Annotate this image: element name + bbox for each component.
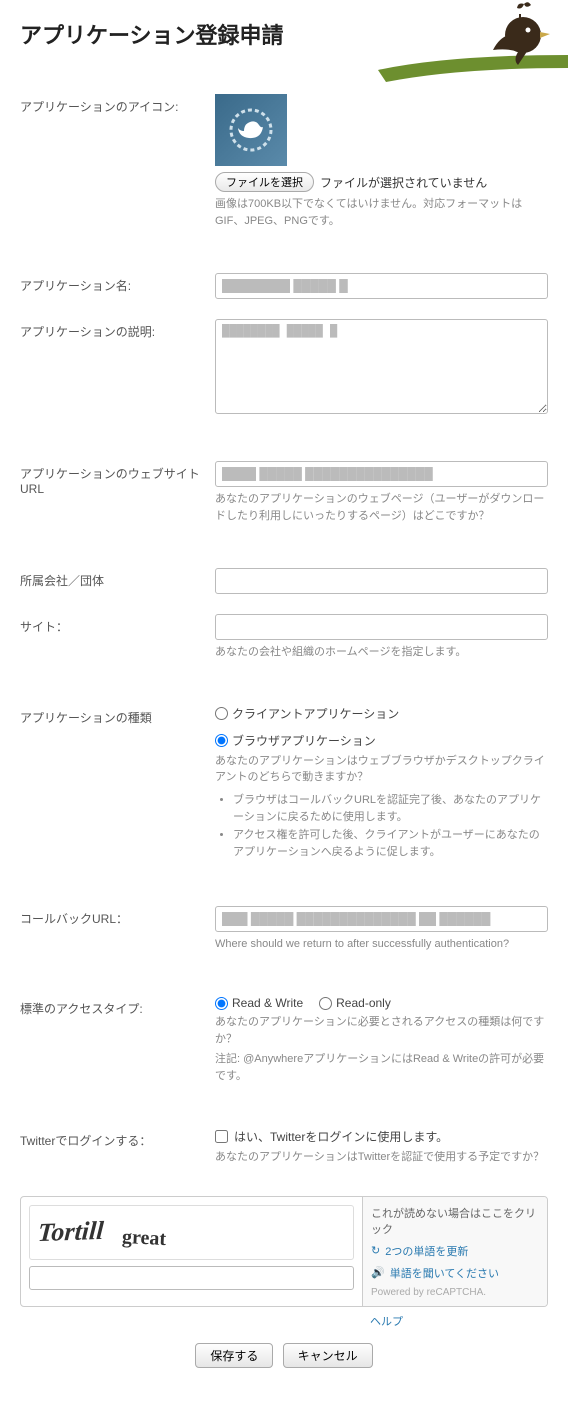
app-name-input[interactable] xyxy=(215,273,548,299)
captcha-help-link[interactable]: ヘルプ xyxy=(370,1313,403,1329)
access-helper-1: あなたのアプリケーションに必要とされるアクセスの種類は何ですか？ xyxy=(215,1014,548,1047)
captcha-word-2: great xyxy=(121,1226,166,1251)
site-input[interactable] xyxy=(215,614,548,640)
access-label: 標準のアクセスタイプ: xyxy=(20,996,215,1017)
icon-label: アプリケーションのアイコン: xyxy=(20,94,215,115)
type-client-label: クライアントアプリケーション xyxy=(232,705,399,722)
callback-label: コールバックURL： xyxy=(20,906,215,927)
page-title: アプリケーション登録申請 xyxy=(0,0,568,60)
cancel-button[interactable]: キャンセル xyxy=(283,1343,373,1368)
name-label: アプリケーション名: xyxy=(20,273,215,294)
access-ro-radio[interactable]: Read-only xyxy=(319,996,391,1010)
website-input[interactable] xyxy=(215,461,548,487)
captcha-refresh-link[interactable]: ↻ 2つの単語を更新 xyxy=(371,1243,539,1259)
type-browser-label: ブラウザアプリケーション xyxy=(232,732,376,749)
org-label: 所属会社／団体 xyxy=(20,568,215,589)
website-label: アプリケーションのウェブサイトURL xyxy=(20,461,215,496)
captcha-refresh-label: 2つの単語を更新 xyxy=(385,1243,468,1259)
login-label: Twitterでログインする： xyxy=(20,1128,215,1149)
type-label: アプリケーションの種類 xyxy=(20,705,215,726)
desc-label: アプリケーションの説明: xyxy=(20,319,215,340)
captcha-audio-link[interactable]: 🔊 単語を聞いてください xyxy=(371,1265,539,1281)
login-checkbox[interactable]: はい、Twitterをログインに使用します。 xyxy=(215,1128,548,1145)
access-helper-2: 注記: @AnywhereアプリケーションにはRead & Writeの許可が必… xyxy=(215,1051,548,1084)
choose-file-button[interactable]: ファイルを選択 xyxy=(215,172,314,192)
recaptcha-widget: Tortill great これが読めない場合はここをクリック ↻ 2つの単語を… xyxy=(20,1196,548,1307)
login-helper: あなたのアプリケーションはTwitterを認証で使用する予定ですか？ xyxy=(215,1149,548,1166)
gear-bird-icon xyxy=(229,108,273,152)
captcha-powered-by: Powered by reCAPTCHA. xyxy=(371,1287,539,1298)
type-bullet-2: アクセス権を許可した後、クライアントがユーザーにあなたのアプリケーションへ戻るよ… xyxy=(233,827,548,862)
captcha-unreadable-text: これが読めない場合はここをクリック xyxy=(371,1205,539,1237)
website-helper: あなたのアプリケーションのウェブページ（ユーザーがダウンロードしたり利用しにいっ… xyxy=(215,491,548,524)
app-desc-textarea[interactable]: ████████ █████ █ xyxy=(215,319,548,414)
save-button[interactable]: 保存する xyxy=(195,1343,273,1368)
captcha-image: Tortill great xyxy=(29,1205,354,1260)
site-label: サイト： xyxy=(20,614,215,635)
type-bullet-1: ブラウザはコールバックURLを認証完了後、あなたのアプリケーションに戻るために使… xyxy=(233,792,548,827)
callback-helper: Where should we return to after successf… xyxy=(215,936,548,953)
access-ro-label: Read-only xyxy=(336,996,391,1010)
access-rw-radio[interactable]: Read & Write xyxy=(215,996,303,1010)
type-browser-radio[interactable]: ブラウザアプリケーション xyxy=(215,732,376,749)
speaker-icon: 🔊 xyxy=(371,1266,385,1279)
captcha-input[interactable] xyxy=(29,1266,354,1290)
no-file-text: ファイルが選択されていません xyxy=(320,174,487,191)
icon-helper: 画像は700KB以下でなくてはいけません。対応フォーマットはGIF、JPEG、P… xyxy=(215,196,548,229)
login-checkbox-label: はい、Twitterをログインに使用します。 xyxy=(234,1128,448,1145)
access-rw-label: Read & Write xyxy=(232,996,303,1010)
captcha-word-1: Tortill xyxy=(37,1216,105,1248)
refresh-icon: ↻ xyxy=(371,1244,380,1257)
callback-input[interactable] xyxy=(215,906,548,932)
org-input[interactable] xyxy=(215,568,548,594)
captcha-audio-label: 単語を聞いてください xyxy=(390,1265,499,1281)
type-client-radio[interactable]: クライアントアプリケーション xyxy=(215,705,399,722)
type-helper: あなたのアプリケーションはウェブブラウザかデスクトップクライアントのどちらで動き… xyxy=(215,753,548,786)
app-icon-preview xyxy=(215,94,287,166)
site-helper: あなたの会社や組織のホームページを指定します。 xyxy=(215,644,548,661)
